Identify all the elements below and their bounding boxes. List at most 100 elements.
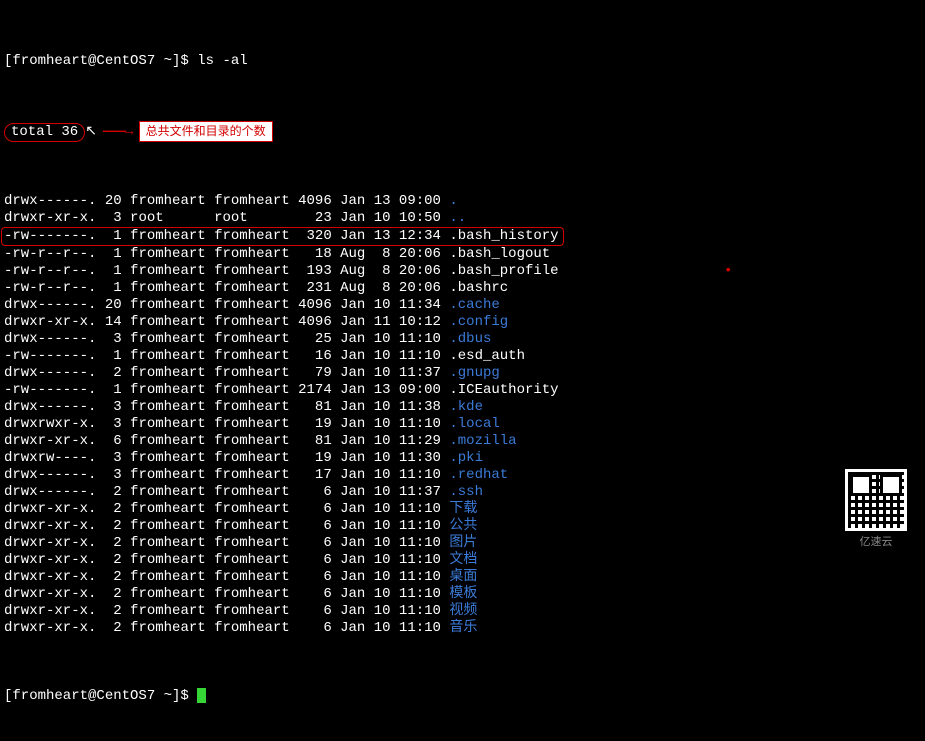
links: 3 — [105, 210, 122, 226]
date: Jan 10 11:30 — [340, 450, 441, 466]
owner: fromheart — [130, 365, 206, 381]
owner: fromheart — [130, 280, 206, 296]
list-row: drwxr-xr-x. 2 fromheart fromheart 6 Jan … — [4, 535, 921, 552]
command-text: ls -al — [197, 53, 247, 69]
date: Jan 10 11:10 — [340, 586, 441, 602]
list-row: -rw-r--r--. 1 fromheart fromheart 18 Aug… — [4, 246, 921, 263]
date: Jan 10 11:10 — [340, 467, 441, 483]
date: Jan 10 11:10 — [340, 518, 441, 534]
date: Jan 10 11:10 — [340, 552, 441, 568]
group: fromheart — [214, 193, 290, 209]
links: 3 — [105, 450, 122, 466]
perms: drwxr-xr-x. — [4, 586, 96, 602]
file-name: 模板 — [449, 586, 477, 602]
links: 3 — [105, 467, 122, 483]
prompt-text-2: [fromheart@CentOS7 ~]$ — [4, 688, 197, 704]
group: fromheart — [214, 314, 290, 330]
links: 2 — [105, 569, 122, 585]
highlight-row: -rw-------. 1 fromheart fromheart 320 Ja… — [1, 227, 564, 246]
perms: drwxr-xr-x. — [4, 569, 96, 585]
date: Jan 10 11:37 — [340, 484, 441, 500]
owner: fromheart — [130, 263, 206, 279]
terminal[interactable]: [fromheart@CentOS7 ~]$ ls -al total 36↖—… — [0, 0, 925, 741]
prompt-text: [fromheart@CentOS7 ~]$ — [4, 53, 197, 69]
perms: drwxr-xr-x. — [4, 210, 96, 226]
size: 193 — [298, 263, 332, 279]
date: Aug 8 20:06 — [340, 263, 441, 279]
file-name: 公共 — [449, 518, 477, 534]
perms: drwxr-xr-x. — [4, 433, 96, 449]
red-dot-icon: • — [724, 263, 732, 280]
date: Aug 8 20:06 — [340, 280, 441, 296]
date: Jan 10 11:10 — [340, 416, 441, 432]
links: 1 — [105, 280, 122, 296]
file-name: 视频 — [449, 603, 477, 619]
owner: fromheart — [130, 586, 206, 602]
list-row: drwxr-xr-x. 2 fromheart fromheart 6 Jan … — [4, 518, 921, 535]
group: fromheart — [214, 331, 290, 347]
links: 2 — [105, 484, 122, 500]
group: fromheart — [214, 535, 290, 551]
group: fromheart — [214, 348, 290, 364]
date: Jan 10 11:10 — [340, 331, 441, 347]
links: 3 — [105, 331, 122, 347]
group: fromheart — [214, 501, 290, 517]
file-name: .ICEauthority — [449, 382, 558, 398]
size: 19 — [298, 450, 332, 466]
size: 4096 — [298, 193, 332, 209]
group: fromheart — [214, 569, 290, 585]
watermark: 亿速云 — [831, 469, 921, 549]
links: 2 — [105, 552, 122, 568]
file-name: .dbus — [449, 331, 491, 347]
date: Jan 10 11:29 — [340, 433, 441, 449]
terminal-cursor — [197, 688, 206, 703]
list-row: -rw-------. 1 fromheart fromheart 320 Ja… — [4, 227, 921, 246]
size: 6 — [298, 569, 332, 585]
date: Jan 13 12:34 — [340, 228, 441, 244]
date: Aug 8 20:06 — [340, 246, 441, 262]
owner: fromheart — [130, 535, 206, 551]
file-name: .config — [449, 314, 508, 330]
file-name: .redhat — [449, 467, 508, 483]
list-row: -rw-r--r--. 1 fromheart fromheart 193 Au… — [4, 263, 921, 280]
owner: fromheart — [130, 297, 206, 313]
group: fromheart — [214, 603, 290, 619]
perms: -rw-------. — [4, 348, 96, 364]
size: 2174 — [298, 382, 332, 398]
perms: drwxr-xr-x. — [4, 620, 96, 636]
list-row: drwx------. 2 fromheart fromheart 6 Jan … — [4, 484, 921, 501]
prompt-line-1: [fromheart@CentOS7 ~]$ ls -al — [4, 53, 921, 70]
group: fromheart — [214, 399, 290, 415]
links: 3 — [105, 416, 122, 432]
date: Jan 10 11:38 — [340, 399, 441, 415]
perms: drwx------. — [4, 331, 96, 347]
size: 18 — [298, 246, 332, 262]
group: fromheart — [214, 552, 290, 568]
perms: drwxrw----. — [4, 450, 96, 466]
links: 1 — [105, 263, 122, 279]
list-row: drwx------. 20 fromheart fromheart 4096 … — [4, 193, 921, 210]
owner: fromheart — [130, 501, 206, 517]
owner: fromheart — [130, 552, 206, 568]
perms: drwxr-xr-x. — [4, 314, 96, 330]
list-row: drwxr-xr-x. 2 fromheart fromheart 6 Jan … — [4, 586, 921, 603]
list-row: drwxr-xr-x. 2 fromheart fromheart 6 Jan … — [4, 620, 921, 637]
group: fromheart — [214, 586, 290, 602]
file-name: 下载 — [449, 501, 477, 517]
size: 6 — [298, 552, 332, 568]
file-name: .bashrc — [449, 280, 508, 296]
file-name: .cache — [449, 297, 499, 313]
list-row: -rw-r--r--. 1 fromheart fromheart 231 Au… — [4, 280, 921, 297]
list-row: drwx------. 3 fromheart fromheart 25 Jan… — [4, 331, 921, 348]
size: 79 — [298, 365, 332, 381]
group: fromheart — [214, 450, 290, 466]
links: 14 — [105, 314, 122, 330]
group: fromheart — [214, 433, 290, 449]
links: 1 — [105, 246, 122, 262]
prompt-line-2: [fromheart@CentOS7 ~]$ — [4, 688, 921, 705]
owner: root — [130, 210, 206, 226]
qr-code-icon — [845, 469, 907, 531]
group: root — [214, 210, 290, 226]
owner: fromheart — [130, 228, 206, 244]
file-listing: drwx------. 20 fromheart fromheart 4096 … — [4, 193, 921, 637]
